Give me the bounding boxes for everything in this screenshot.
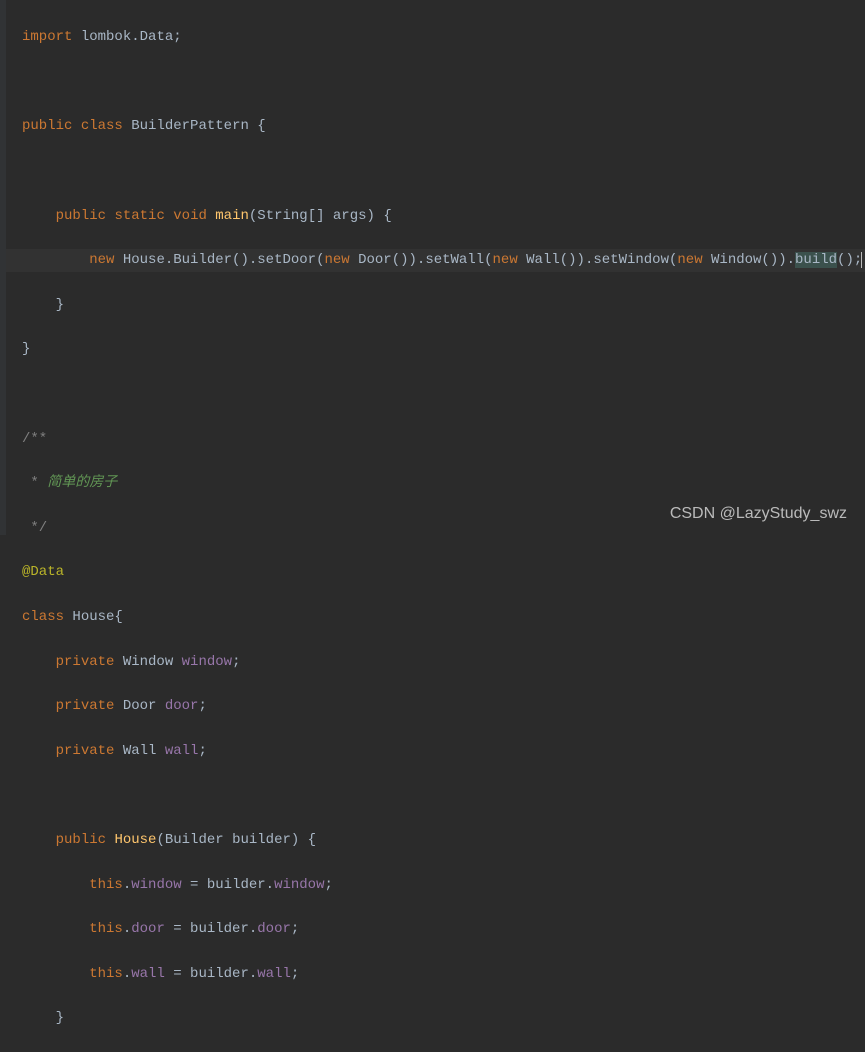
type-name: Door: [114, 698, 164, 714]
semicolon: ;: [291, 966, 299, 982]
brace: }: [22, 341, 30, 357]
keyword-new: new: [493, 252, 518, 268]
code-line[interactable]: [22, 383, 865, 405]
code-line[interactable]: this.door = builder.door;: [22, 918, 865, 940]
code-text: = builder.: [165, 966, 257, 982]
comment-star: *: [22, 475, 47, 491]
keyword-private: private: [56, 743, 115, 759]
keyword-static: static: [114, 208, 164, 224]
code-line[interactable]: this.window = builder.window;: [22, 874, 865, 896]
comment-text: 简单的房子: [47, 475, 117, 491]
code-line[interactable]: /**: [22, 428, 865, 450]
keyword-this: this: [89, 966, 123, 982]
code-line[interactable]: public static void main(String[] args) {: [22, 205, 865, 227]
type-name: Window: [114, 654, 181, 670]
keyword-void: void: [173, 208, 207, 224]
pkg-text: lombok.: [72, 29, 139, 45]
keyword-private: private: [56, 654, 115, 670]
keyword-public: public: [22, 118, 72, 134]
method-build: build: [795, 252, 837, 268]
keyword-class: class: [22, 609, 64, 625]
code-line[interactable]: import lombok.Data;: [22, 26, 865, 48]
field-wall: wall: [165, 743, 199, 759]
semicolon: ;: [325, 877, 333, 893]
code-text: = builder.: [165, 921, 257, 937]
code-line-current[interactable]: new House.Builder().setDoor(new Door()).…: [0, 249, 865, 271]
code-line[interactable]: this.wall = builder.wall;: [22, 963, 865, 985]
code-line[interactable]: private Window window;: [22, 651, 865, 673]
constructor-sig: (Builder builder) {: [156, 832, 316, 848]
class-name: House{: [64, 609, 123, 625]
keyword-new: new: [324, 252, 349, 268]
code-text: Wall()).setWindow(: [518, 252, 678, 268]
code-line[interactable]: }: [22, 294, 865, 316]
comment-end: */: [22, 520, 47, 536]
keyword-class: class: [81, 118, 123, 134]
code-text: Door()).setWall(: [350, 252, 493, 268]
keyword-public: public: [56, 208, 106, 224]
keyword-this: this: [89, 921, 123, 937]
code-line[interactable]: public class BuilderPattern {: [22, 115, 865, 137]
semicolon: ;: [232, 654, 240, 670]
keyword-private: private: [56, 698, 115, 714]
watermark-text: CSDN @LazyStudy_swz: [670, 503, 847, 525]
brace: {: [249, 118, 266, 134]
keyword-public: public: [56, 832, 106, 848]
annotation-data: @Data: [22, 564, 64, 580]
field-ref: wall: [257, 966, 291, 982]
field-window: window: [182, 654, 232, 670]
dot: .: [123, 966, 131, 982]
field-ref: door: [257, 921, 291, 937]
semicolon: ;: [198, 743, 206, 759]
code-text: House.Builder().setDoor(: [114, 252, 324, 268]
code-text: ();: [837, 252, 862, 268]
field-ref: window: [274, 877, 324, 893]
field-door: door: [165, 698, 199, 714]
code-text: Window()).: [703, 252, 795, 268]
semicolon: ;: [291, 921, 299, 937]
code-line[interactable]: private Door door;: [22, 695, 865, 717]
dot: .: [123, 921, 131, 937]
code-text: = builder.: [182, 877, 274, 893]
code-line[interactable]: }: [22, 338, 865, 360]
method-main: main: [215, 208, 249, 224]
code-line[interactable]: [22, 784, 865, 806]
field-ref: wall: [131, 966, 165, 982]
type-name: Wall: [114, 743, 164, 759]
code-line[interactable]: [22, 71, 865, 93]
keyword-new: new: [677, 252, 702, 268]
code-line[interactable]: public House(Builder builder) {: [22, 829, 865, 851]
brace: }: [22, 297, 64, 313]
code-line[interactable]: * 简单的房子: [22, 472, 865, 494]
code-line[interactable]: }: [22, 1007, 865, 1029]
comment-start: /**: [22, 431, 47, 447]
keyword-import: import: [22, 29, 72, 45]
code-line[interactable]: private Wall wall;: [22, 740, 865, 762]
class-ref: Data: [140, 29, 174, 45]
code-editor[interactable]: import lombok.Data; public class Builder…: [0, 0, 865, 1052]
keyword-new: new: [89, 252, 114, 268]
keyword-this: this: [89, 877, 123, 893]
constructor-name: House: [114, 832, 156, 848]
field-ref: door: [131, 921, 165, 937]
editor-gutter: [0, 0, 6, 535]
field-ref: window: [131, 877, 181, 893]
code-line[interactable]: class House{: [22, 606, 865, 628]
method-sig: (String[] args) {: [249, 208, 392, 224]
code-line[interactable]: [22, 160, 865, 182]
semicolon: ;: [198, 698, 206, 714]
brace: }: [22, 1010, 64, 1026]
class-name: BuilderPattern: [131, 118, 249, 134]
code-line[interactable]: @Data: [22, 561, 865, 583]
dot: .: [123, 877, 131, 893]
semicolon: ;: [173, 29, 181, 45]
